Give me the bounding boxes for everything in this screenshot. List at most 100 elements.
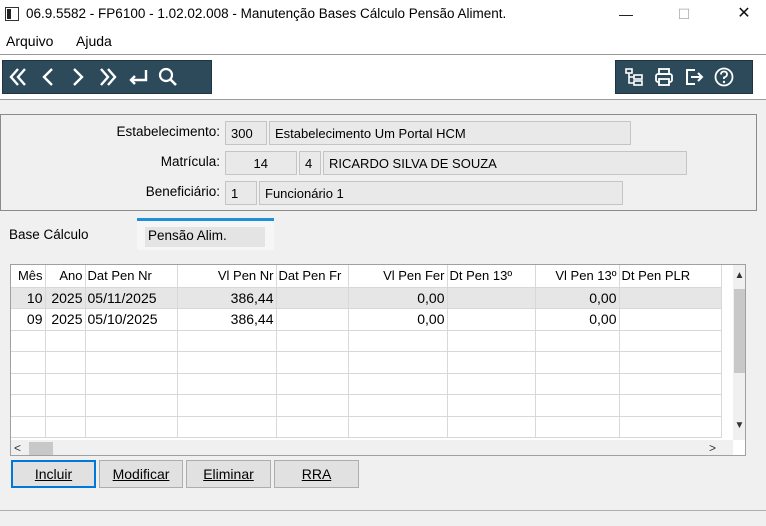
minimize-button[interactable]: —: [606, 0, 646, 30]
col-dat-pen-nr[interactable]: Dat Pen Nr: [85, 265, 178, 288]
table-cell[interactable]: [535, 416, 620, 438]
scroll-left-icon[interactable]: <: [14, 441, 21, 455]
table-cell[interactable]: 0,00: [535, 287, 620, 309]
table-cell[interactable]: [619, 416, 722, 438]
table-cell[interactable]: [619, 394, 722, 417]
table-cell[interactable]: [535, 330, 620, 352]
modificar-button[interactable]: Modificar: [99, 460, 183, 488]
table-cell[interactable]: 05/11/2025: [85, 287, 178, 309]
col-vl-pen-13[interactable]: Vl Pen 13º: [535, 265, 620, 288]
table-cell[interactable]: 05/10/2025: [85, 308, 178, 331]
table-row[interactable]: [11, 330, 722, 352]
table-cell[interactable]: [535, 394, 620, 417]
eliminar-button[interactable]: Eliminar: [186, 460, 271, 488]
scroll-down-icon[interactable]: ▼: [733, 420, 745, 431]
maximize-button[interactable]: ☐: [664, 0, 704, 30]
table-cell[interactable]: [447, 416, 536, 438]
table-cell[interactable]: [276, 394, 349, 417]
table-cell[interactable]: 0,00: [348, 308, 448, 331]
table-cell[interactable]: 0,00: [535, 308, 620, 331]
table-cell[interactable]: [619, 330, 722, 352]
table-cell[interactable]: [619, 373, 722, 395]
table-cell[interactable]: [45, 351, 86, 374]
table-cell[interactable]: [45, 373, 86, 395]
rra-button[interactable]: RRA: [274, 460, 359, 488]
table-cell[interactable]: [619, 287, 722, 309]
table-cell[interactable]: [447, 287, 536, 309]
table-cell[interactable]: [276, 351, 349, 374]
col-ano[interactable]: Ano: [45, 265, 86, 288]
table-cell[interactable]: [11, 330, 46, 352]
horizontal-scroll-thumb[interactable]: [29, 442, 53, 455]
table-cell[interactable]: [177, 351, 277, 374]
table-cell[interactable]: [45, 394, 86, 417]
last-icon[interactable]: [95, 62, 121, 92]
table-cell[interactable]: [177, 394, 277, 417]
print-icon[interactable]: [651, 62, 677, 92]
table-cell[interactable]: [11, 351, 46, 374]
table-cell[interactable]: 386,44: [177, 308, 277, 331]
beneficiario-code-field[interactable]: 1: [225, 181, 257, 205]
table-cell[interactable]: [276, 287, 349, 309]
horizontal-scrollbar[interactable]: < >: [11, 440, 733, 455]
col-mes[interactable]: Mês: [11, 265, 46, 288]
table-cell[interactable]: [276, 308, 349, 331]
table-cell[interactable]: [85, 330, 178, 352]
table-cell[interactable]: 09: [11, 308, 46, 331]
tree-icon[interactable]: [621, 62, 647, 92]
table-cell[interactable]: [276, 373, 349, 395]
table-cell[interactable]: 10: [11, 287, 46, 309]
table-cell[interactable]: [348, 416, 448, 438]
table-cell[interactable]: [535, 351, 620, 374]
table-cell[interactable]: [447, 351, 536, 374]
table-cell[interactable]: 2025: [45, 308, 86, 331]
col-dt-pen-plr[interactable]: Dt Pen PLR: [619, 265, 722, 288]
tab-pensao-alim[interactable]: Pensão Alim.: [137, 218, 274, 250]
table-cell[interactable]: [276, 330, 349, 352]
table-cell[interactable]: [348, 351, 448, 374]
table-cell[interactable]: [177, 373, 277, 395]
table-row[interactable]: 10 2025 05/11/2025 386,44 0,00 0,00: [11, 287, 722, 309]
estabelecimento-code-field[interactable]: 300: [225, 121, 267, 145]
help-icon[interactable]: [711, 62, 737, 92]
tab-base-calculo[interactable]: Base Cálculo: [9, 227, 89, 242]
table-cell[interactable]: [447, 373, 536, 395]
table-cell[interactable]: [85, 416, 178, 438]
table-row[interactable]: [11, 351, 722, 374]
table-cell[interactable]: [276, 416, 349, 438]
table-cell[interactable]: [45, 330, 86, 352]
scroll-right-icon[interactable]: >: [709, 441, 716, 455]
table-cell[interactable]: [447, 308, 536, 331]
next-icon[interactable]: [65, 62, 91, 92]
matricula-code-field[interactable]: 14: [225, 151, 297, 175]
table-cell[interactable]: [11, 373, 46, 395]
table-cell[interactable]: [85, 373, 178, 395]
table-cell[interactable]: 386,44: [177, 287, 277, 309]
first-icon[interactable]: [5, 62, 31, 92]
table-cell[interactable]: [177, 330, 277, 352]
col-dt-pen-13[interactable]: Dt Pen 13º: [447, 265, 536, 288]
table-cell[interactable]: [447, 394, 536, 417]
table-cell[interactable]: [348, 373, 448, 395]
vertical-scroll-thumb[interactable]: [734, 289, 745, 373]
table-cell[interactable]: [348, 394, 448, 417]
table-row[interactable]: [11, 394, 722, 417]
col-vl-pen-nr[interactable]: Vl Pen Nr: [177, 265, 277, 288]
table-row[interactable]: [11, 416, 722, 438]
table-cell[interactable]: [11, 416, 46, 438]
enter-icon[interactable]: [125, 62, 151, 92]
col-vl-pen-fer[interactable]: Vl Pen Fer: [348, 265, 448, 288]
table-cell[interactable]: [85, 351, 178, 374]
menu-arquivo[interactable]: Arquivo: [6, 33, 53, 49]
data-grid[interactable]: Mês Ano Dat Pen Nr Vl Pen Nr Dat Pen Fr …: [10, 264, 746, 456]
table-cell[interactable]: [85, 394, 178, 417]
table-cell[interactable]: [45, 416, 86, 438]
table-cell[interactable]: [619, 351, 722, 374]
close-button[interactable]: ✕: [724, 0, 764, 30]
table-cell[interactable]: [535, 373, 620, 395]
table-cell[interactable]: [447, 330, 536, 352]
incluir-button[interactable]: Incluir: [11, 460, 96, 488]
prev-icon[interactable]: [35, 62, 61, 92]
vertical-scrollbar[interactable]: ▲ ▼: [733, 265, 745, 440]
table-cell[interactable]: [348, 330, 448, 352]
